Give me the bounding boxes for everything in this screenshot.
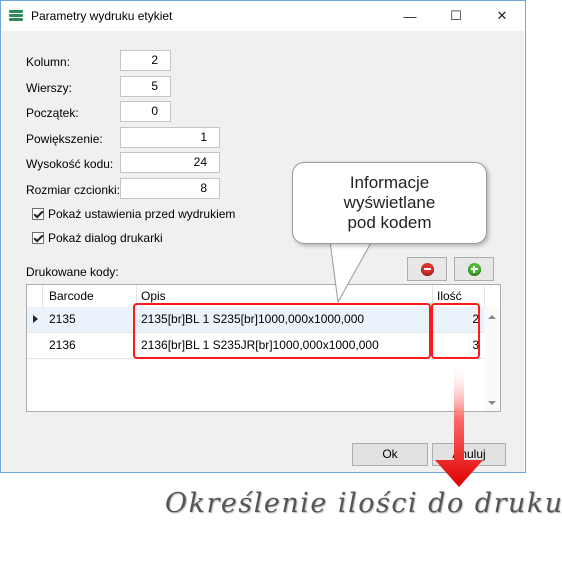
down-arrow-icon: [435, 362, 483, 487]
caption-text: Określenie ilości do druku: [165, 488, 562, 519]
